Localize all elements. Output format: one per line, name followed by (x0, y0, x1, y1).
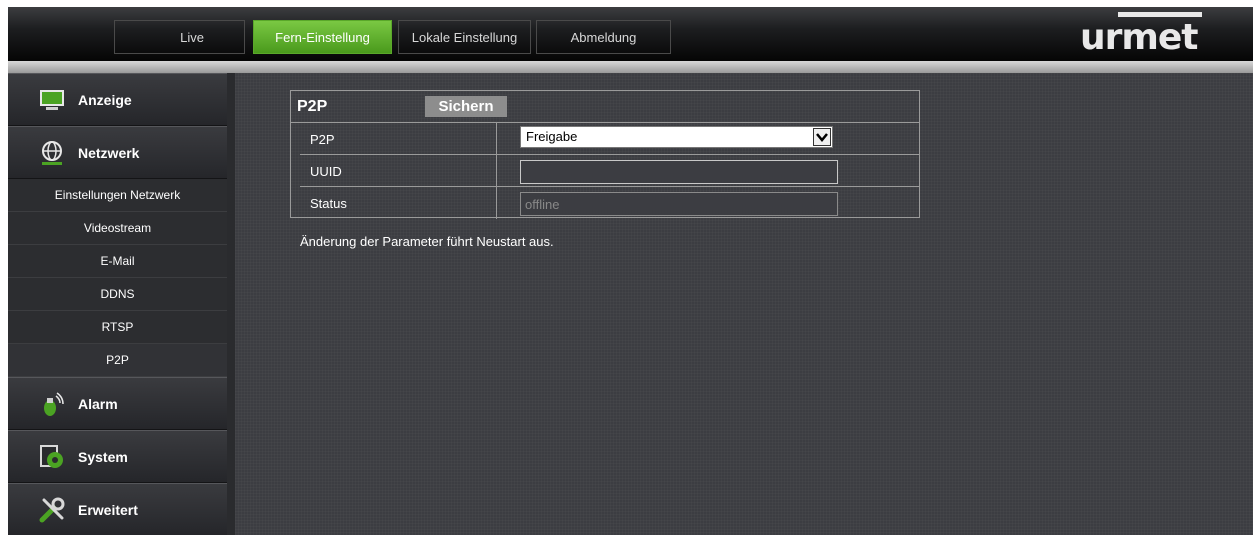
sidebar-item-videostream[interactable]: Videostream (8, 212, 227, 245)
uuid-label: UUID (310, 164, 342, 179)
tools-icon (39, 497, 65, 522)
content-area: P2P Sichern P2P Freigabe UUID Status Änd… (235, 73, 1253, 535)
sidebar-item-rtsp[interactable]: RTSP (8, 311, 227, 344)
sidebar: Anzeige Netzwerk Einstellungen Netzwerk … (8, 73, 243, 535)
sidebar-item-ddns[interactable]: DDNS (8, 278, 227, 311)
header-divider-strip (8, 61, 1253, 73)
network-globe-icon (42, 140, 62, 165)
settings-row-uuid: UUID (300, 155, 919, 187)
sidebar-item-email[interactable]: E-Mail (8, 245, 227, 278)
sidebar-section-anzeige[interactable]: Anzeige (8, 73, 227, 126)
sidebar-section-label: Netzwerk (78, 144, 140, 161)
chevron-down-icon[interactable] (813, 128, 831, 146)
alarm-icon (44, 391, 64, 416)
top-nav-bar: Live Fern-Einstellung Lokale Einstellung… (8, 7, 1253, 61)
p2p-select-value: Freigabe (526, 129, 578, 144)
sidebar-section-label: Erweitert (78, 501, 138, 518)
sidebar-item-label: DDNS (100, 287, 135, 301)
sidebar-section-label: Anzeige (78, 91, 132, 108)
tab-abmeldung[interactable]: Abmeldung (536, 20, 671, 54)
tab-live-label: Live (180, 29, 204, 45)
settings-row-status: Status (300, 187, 919, 219)
sidebar-section-system[interactable]: System (8, 430, 227, 483)
status-field (520, 192, 838, 216)
urmet-logo: urmet (1080, 12, 1202, 58)
save-button[interactable]: Sichern (425, 96, 507, 117)
column-divider (496, 123, 497, 154)
sidebar-section-alarm[interactable]: Alarm (8, 377, 227, 430)
sidebar-item-einstellungen-netzwerk[interactable]: Einstellungen Netzwerk (8, 179, 227, 212)
tab-lokale-einstellung-label: Lokale Einstellung (411, 29, 518, 45)
tab-abmeldung-label: Abmeldung (570, 29, 637, 45)
tab-fern-einstellung-label: Fern-Einstellung (275, 29, 370, 45)
settings-row-p2p: P2P Freigabe (300, 123, 919, 155)
tab-lokale-einstellung[interactable]: Lokale Einstellung (398, 20, 531, 54)
status-label: Status (310, 196, 347, 211)
panel-header: P2P Sichern (291, 91, 919, 123)
sidebar-item-label: RTSP (101, 320, 134, 334)
monitor-icon (40, 89, 64, 110)
uuid-field[interactable] (520, 160, 838, 184)
sidebar-item-label: Einstellungen Netzwerk (54, 188, 181, 202)
system-gear-icon (40, 444, 63, 468)
column-divider (496, 155, 497, 186)
p2p-label: P2P (310, 132, 335, 147)
sidebar-item-p2p[interactable]: P2P (8, 344, 227, 377)
panel-title: P2P (297, 98, 328, 115)
tab-fern-einstellung[interactable]: Fern-Einstellung (253, 20, 392, 54)
sidebar-section-label: System (78, 448, 128, 465)
sidebar-item-label: Videostream (83, 221, 152, 235)
sidebar-section-label: Alarm (78, 395, 118, 412)
p2p-select[interactable]: Freigabe (520, 126, 833, 148)
sidebar-item-label: P2P (106, 353, 129, 367)
logo-text: urmet (1080, 17, 1198, 58)
sidebar-section-erweitert[interactable]: Erweitert (8, 483, 227, 535)
sidebar-section-netzwerk[interactable]: Netzwerk (8, 126, 227, 179)
tab-live[interactable]: Live (114, 20, 245, 54)
sidebar-item-label: E-Mail (100, 254, 135, 268)
restart-notice: Änderung der Parameter führt Neustart au… (300, 234, 554, 249)
column-divider (496, 187, 497, 219)
p2p-settings-panel: P2P Sichern P2P Freigabe UUID Status (290, 90, 920, 219)
